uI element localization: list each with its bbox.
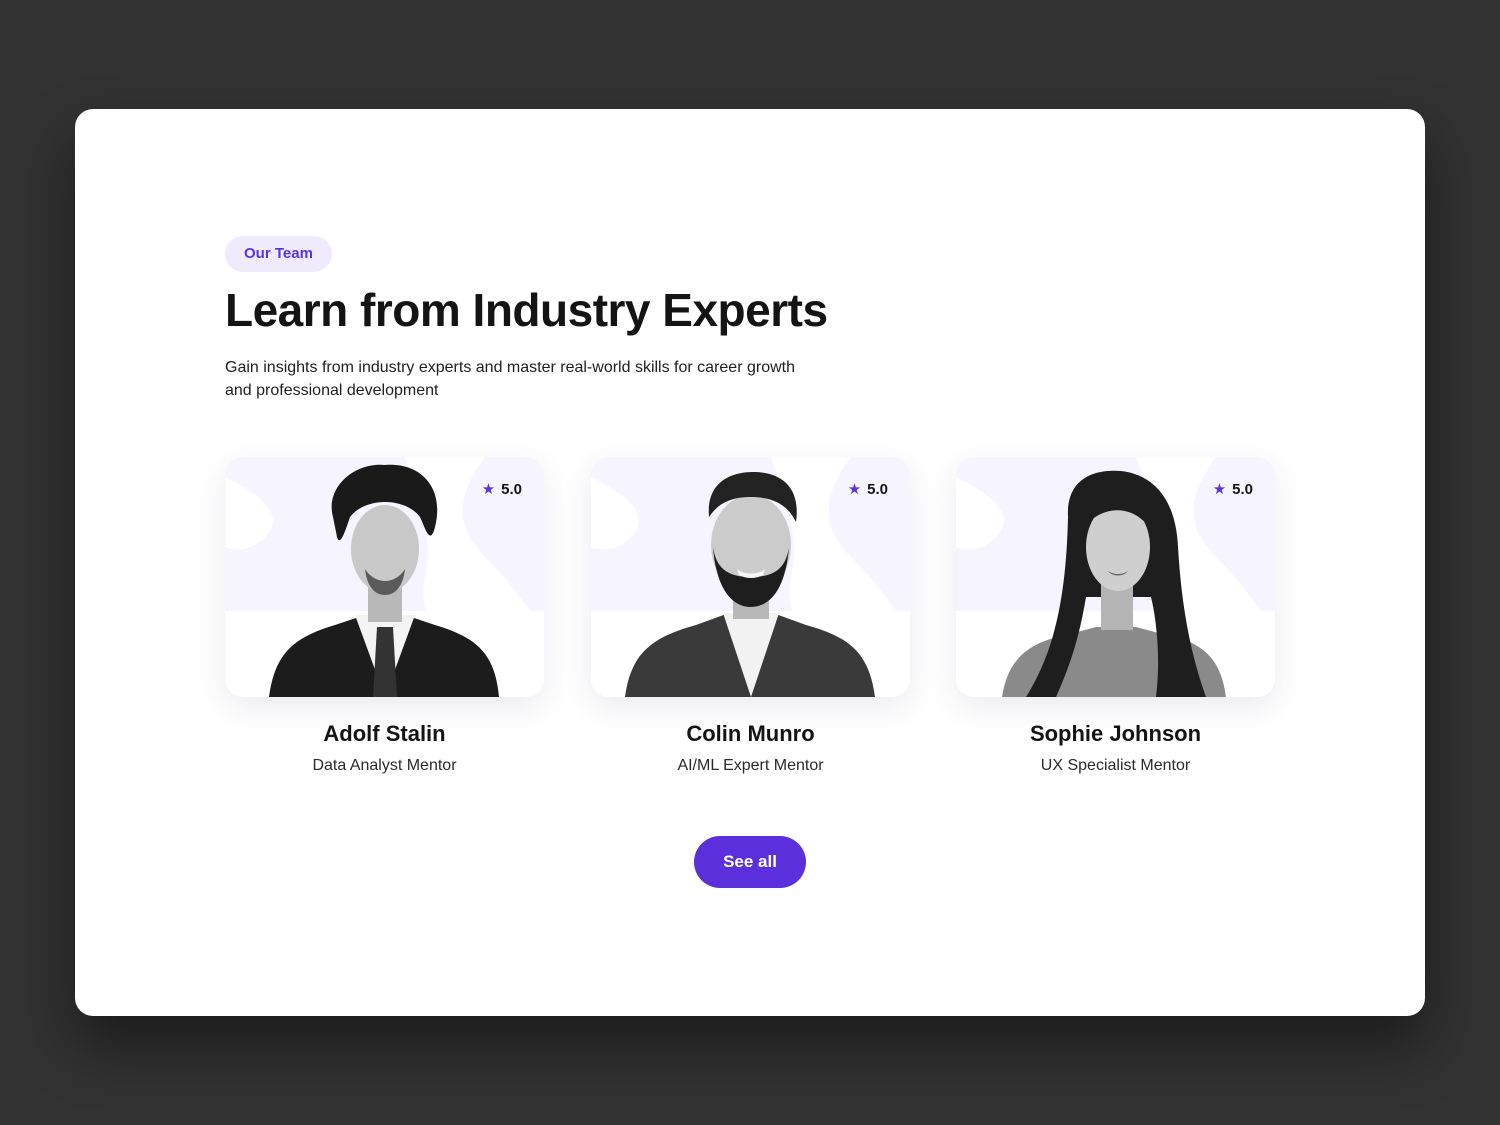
rating-badge: ★ 5.0 [1213, 481, 1253, 498]
section-badge: Our Team [225, 236, 332, 272]
mentor-role: AI/ML Expert Mentor [677, 757, 824, 774]
mentor-photo: ★ 5.0 [591, 457, 910, 697]
team-section-frame: Our Team Learn from Industry Experts Gai… [75, 109, 1425, 1016]
mentor-card[interactable]: ★ 5.0 Sophie Johnson UX Specialist Mento… [956, 457, 1275, 775]
rating-value: 5.0 [867, 481, 888, 498]
star-icon: ★ [847, 481, 862, 498]
mentor-photo: ★ 5.0 [225, 457, 544, 697]
star-icon: ★ [481, 481, 496, 498]
rating-badge: ★ 5.0 [482, 481, 522, 498]
rating-value: 5.0 [1232, 481, 1253, 498]
mentor-photo: ★ 5.0 [956, 457, 1275, 697]
star-icon: ★ [1212, 481, 1227, 498]
mentor-card[interactable]: ★ 5.0 Adolf Stalin Data Analyst Mentor [225, 457, 544, 775]
mentor-name: Sophie Johnson [1029, 721, 1202, 746]
rating-badge: ★ 5.0 [848, 481, 888, 498]
mentor-name: Colin Munro [686, 721, 815, 746]
mentor-card[interactable]: ★ 5.0 Colin Munro AI/ML Expert Mentor [591, 457, 910, 775]
mentor-role: UX Specialist Mentor [1040, 757, 1191, 774]
section-title: Learn from Industry Experts [225, 284, 828, 336]
mentor-role: Data Analyst Mentor [312, 757, 457, 774]
see-all-button[interactable]: See all [694, 836, 806, 888]
mentor-name: Adolf Stalin [323, 721, 446, 746]
rating-value: 5.0 [501, 481, 522, 498]
section-subtitle: Gain insights from industry experts and … [225, 359, 795, 399]
